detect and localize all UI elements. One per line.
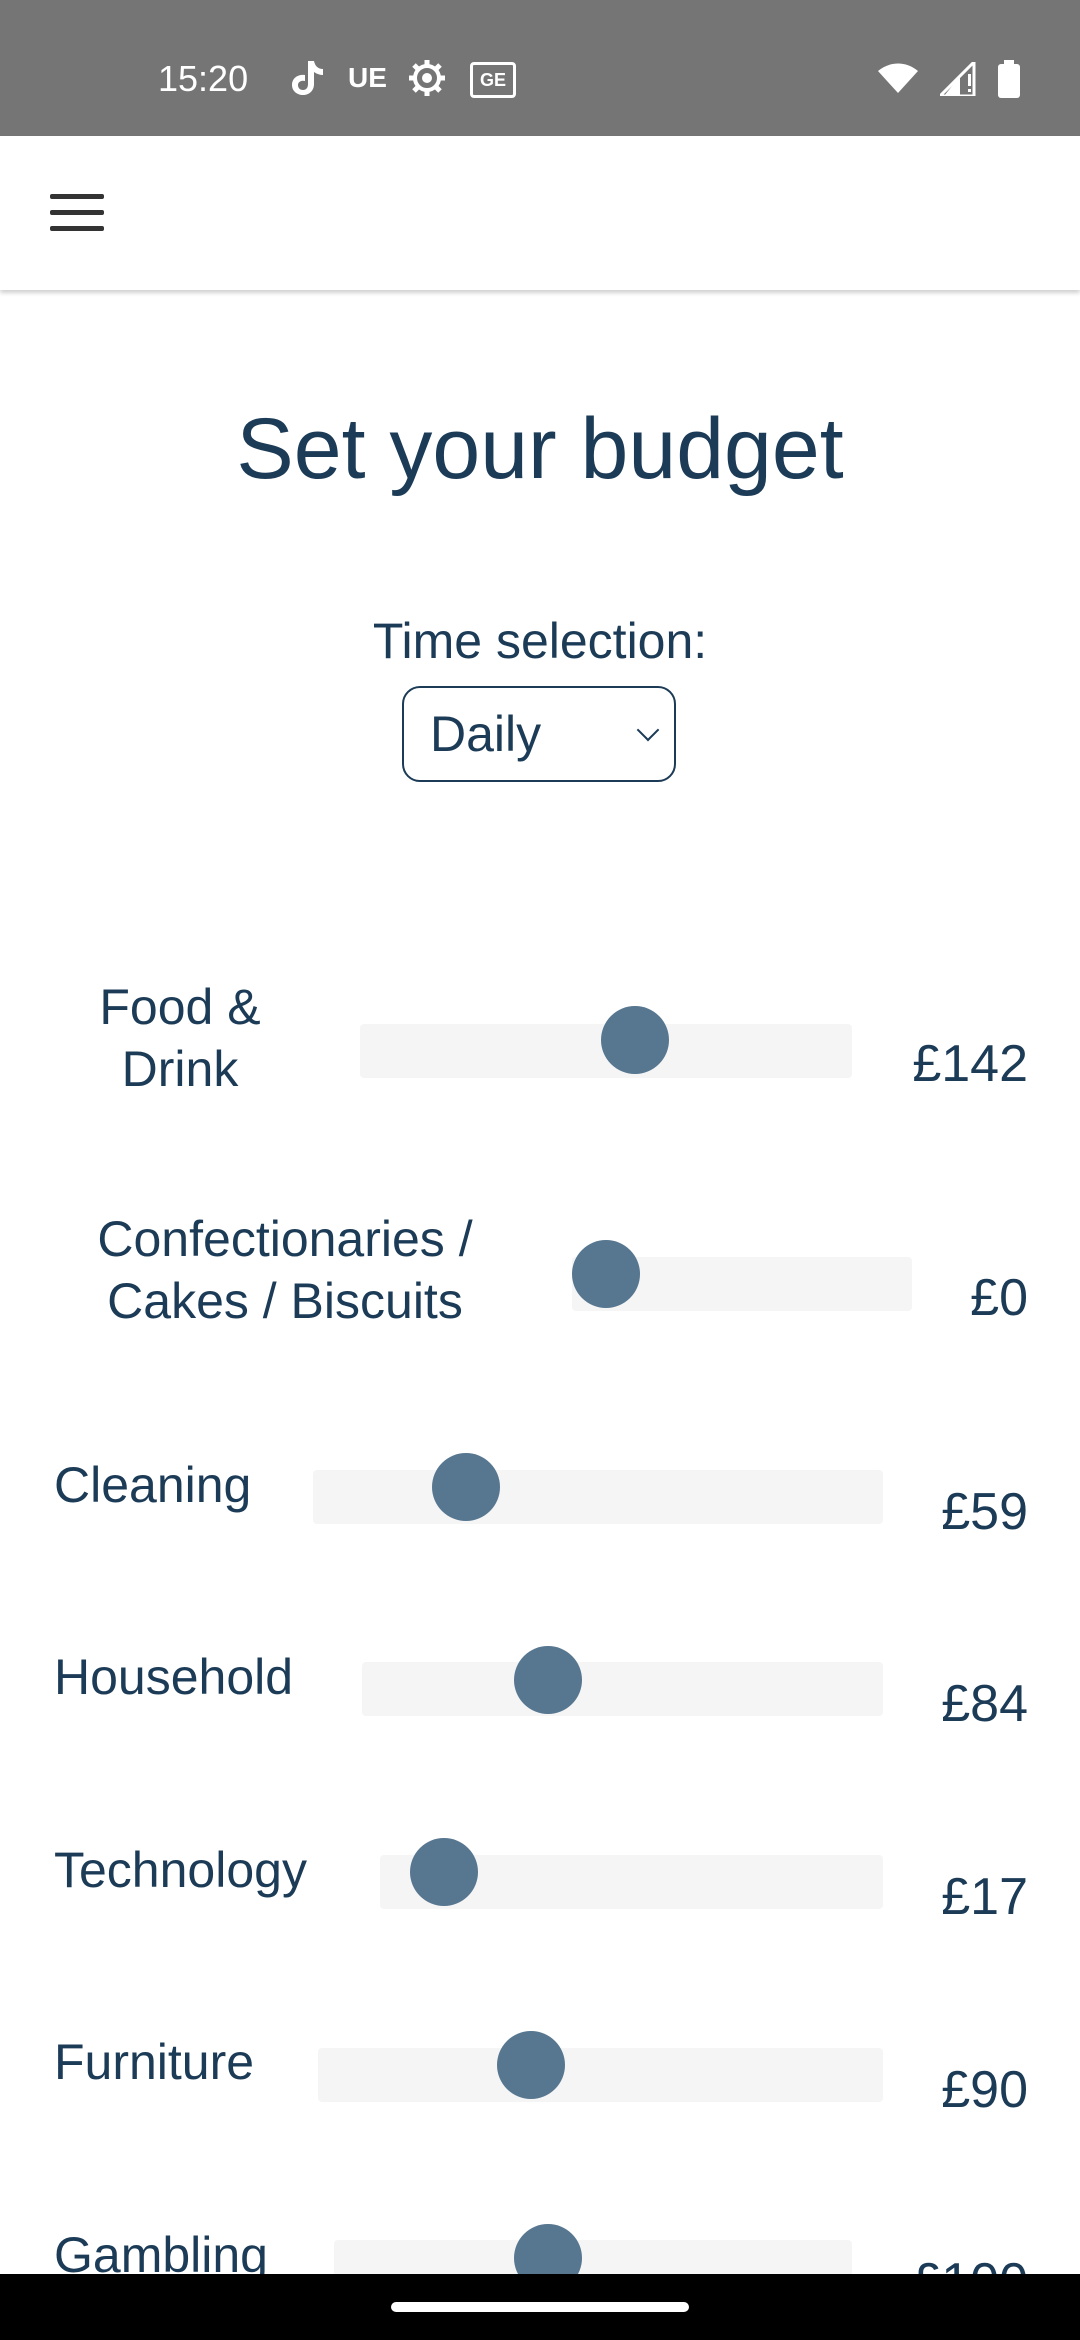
ue-icon: UE <box>348 62 387 93</box>
slider-thumb-cleaning[interactable] <box>432 1453 500 1521</box>
category-value-confectionaries: £0 <box>970 1269 1028 1327</box>
label-line: Cakes / Biscuits <box>107 1273 463 1329</box>
battery-icon <box>998 60 1020 103</box>
category-label-confectionaries: Confectionaries / Cakes / Biscuits <box>60 1208 510 1332</box>
signal-icon <box>936 58 976 101</box>
wifi-icon <box>878 63 918 100</box>
category-label-household: Household <box>54 1649 294 1705</box>
navigation-bar <box>0 2274 1080 2340</box>
label-line: Food & <box>99 979 261 1035</box>
settings-icon <box>408 60 446 96</box>
category-value-technology: £17 <box>941 1868 1028 1926</box>
slider-thumb-food-drink[interactable] <box>601 1006 669 1074</box>
slider-thumb-household[interactable] <box>514 1646 582 1714</box>
tiktok-icon <box>288 60 324 96</box>
menu-icon[interactable] <box>50 194 104 232</box>
category-label-cleaning: Cleaning <box>54 1457 252 1513</box>
time-selection-label: Time selection: <box>372 613 708 669</box>
status-bar: 15:20 UE GE <box>0 0 1080 136</box>
chevron-down-icon <box>636 718 660 742</box>
category-label-furniture: Furniture <box>54 2034 255 2090</box>
slider-thumb-technology[interactable] <box>410 1838 478 1906</box>
slider-track-furniture[interactable] <box>318 2048 883 2102</box>
page-title: Set your budget <box>236 401 844 497</box>
home-gesture-handle[interactable] <box>391 2302 689 2312</box>
app-bar <box>0 136 1080 290</box>
category-label-food-drink: Food & Drink <box>60 976 300 1100</box>
time-selection-value: Daily <box>430 706 542 762</box>
category-value-furniture: £90 <box>941 2061 1028 2119</box>
category-value-household: £84 <box>941 1675 1028 1733</box>
label-line: Confectionaries / <box>97 1211 473 1267</box>
slider-thumb-confectionaries[interactable] <box>572 1240 640 1308</box>
slider-track-household[interactable] <box>362 1662 883 1716</box>
label-line: Drink <box>121 1041 239 1097</box>
status-time: 15:20 <box>158 58 249 99</box>
ge-icon: GE <box>470 62 516 98</box>
category-value-food-drink: £142 <box>912 1035 1028 1093</box>
slider-thumb-furniture[interactable] <box>497 2031 565 2099</box>
category-value-cleaning: £59 <box>941 1483 1028 1541</box>
slider-track-cleaning[interactable] <box>313 1470 883 1524</box>
time-selection-dropdown[interactable]: Daily <box>402 686 676 782</box>
category-label-technology: Technology <box>54 1842 307 1898</box>
